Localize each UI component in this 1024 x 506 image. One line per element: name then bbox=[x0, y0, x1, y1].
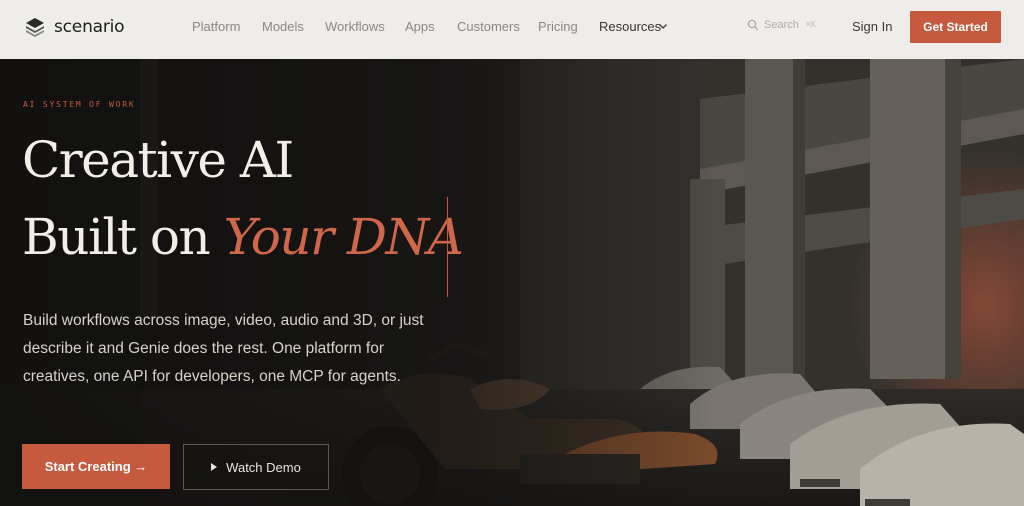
text-cursor-line bbox=[447, 197, 448, 297]
hero-section: AI SYSTEM OF WORK Creative AI Built on Y… bbox=[0, 59, 1024, 506]
search-shortcut: ⌘K bbox=[806, 20, 816, 29]
nav-customers[interactable]: Customers bbox=[457, 19, 520, 35]
search-box[interactable]: Search ⌘K bbox=[747, 19, 816, 31]
hero-headline-accent: Your DNA bbox=[223, 208, 464, 266]
search-placeholder: Search bbox=[764, 19, 799, 31]
watch-demo-label: Watch Demo bbox=[226, 459, 301, 475]
get-started-button[interactable]: Get Started bbox=[910, 11, 1001, 43]
hero-description: Build workflows across image, video, aud… bbox=[23, 312, 424, 385]
chevron-down-icon[interactable] bbox=[657, 20, 669, 32]
hero-eyebrow: AI SYSTEM OF WORK bbox=[23, 100, 136, 109]
nav-platform[interactable]: Platform bbox=[192, 19, 240, 35]
nav-apps[interactable]: Apps bbox=[405, 19, 435, 35]
brand-name: scenario bbox=[54, 17, 125, 37]
search-icon bbox=[747, 19, 759, 31]
nav-workflows[interactable]: Workflows bbox=[325, 19, 385, 35]
hero-headline-line2: Built on Your DNA bbox=[22, 212, 464, 262]
signin-link[interactable]: Sign In bbox=[852, 19, 892, 34]
nav-resources[interactable]: Resources bbox=[599, 19, 661, 35]
start-creating-button[interactable]: Start Creating → bbox=[22, 444, 170, 489]
logo-mark-icon bbox=[26, 18, 44, 37]
watch-demo-button[interactable]: Watch Demo bbox=[183, 444, 329, 490]
play-icon bbox=[211, 463, 218, 471]
brand-logo[interactable]: scenario bbox=[24, 15, 125, 39]
hero-headline-prefix: Built on bbox=[22, 208, 224, 266]
nav-pricing[interactable]: Pricing bbox=[538, 19, 578, 35]
nav-models[interactable]: Models bbox=[262, 19, 304, 35]
top-navigation: scenario Platform Models Workflows Apps … bbox=[0, 0, 1024, 59]
hero-background-image bbox=[0, 59, 1024, 506]
hero-headline-line1: Creative AI bbox=[22, 131, 294, 189]
